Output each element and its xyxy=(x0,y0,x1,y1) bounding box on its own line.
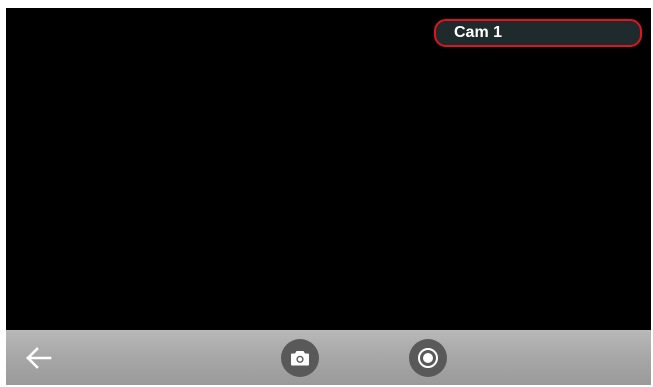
camera-feed: Cam 1 xyxy=(6,8,651,330)
record-button[interactable] xyxy=(409,339,447,377)
back-button[interactable] xyxy=(22,344,54,372)
record-icon xyxy=(418,348,438,368)
camera-screen: Cam 1 xyxy=(6,8,651,385)
camera-icon xyxy=(291,351,309,366)
snapshot-button[interactable] xyxy=(281,339,319,377)
camera-name-label[interactable]: Cam 1 xyxy=(434,19,642,47)
arrow-left-icon xyxy=(26,347,52,369)
bottom-toolbar xyxy=(6,330,651,385)
